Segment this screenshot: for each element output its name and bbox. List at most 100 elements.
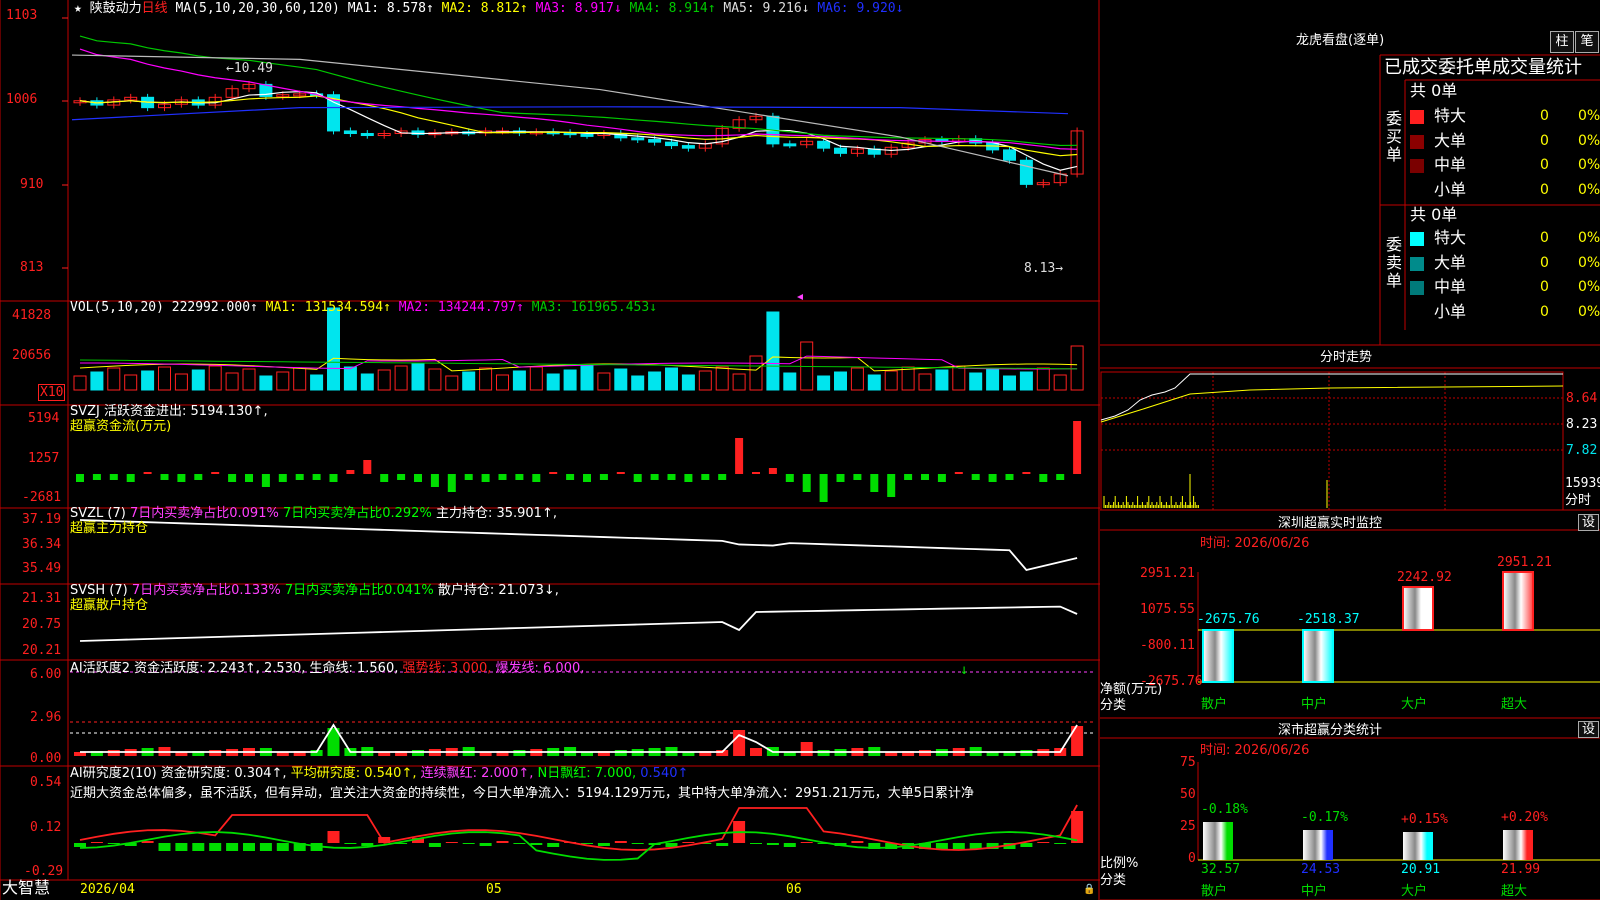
candle-body: [648, 139, 662, 143]
candle-body: [1003, 149, 1016, 161]
sell-row-name: 小单: [1434, 301, 1467, 321]
ma4-line: [79, 35, 1078, 147]
ytick-main-1: 1103: [6, 8, 38, 23]
air-header: AI研究度2(10) 资金研究度: 0.304↑, 平均研究度: 0.540↑,…: [70, 766, 688, 781]
air-extra: 0.540↑: [640, 766, 689, 781]
ytick-air-1: 0.54: [30, 775, 62, 790]
monitor-ytick-2: 1075.55: [1140, 602, 1195, 617]
air-bar: [597, 843, 610, 846]
volume-bar: [445, 375, 459, 391]
svzj-bar: [515, 474, 524, 480]
air-bar: [716, 843, 729, 846]
air-bar: [462, 843, 475, 844]
air-bar: [800, 842, 813, 843]
volume-bar: [1036, 367, 1050, 391]
air-bar: [1054, 843, 1067, 844]
monitor-bar: [1502, 571, 1534, 631]
volume-bar: [698, 370, 712, 391]
lock-icon[interactable]: 🔒: [1083, 882, 1095, 897]
sell-row-value: 0: [1540, 230, 1549, 246]
svzj-bar: [228, 474, 237, 482]
svzj-bar: [109, 474, 118, 480]
volume-bar: [715, 366, 729, 391]
svzj-bar: [937, 474, 946, 482]
date-tick-3: 06: [786, 882, 802, 897]
volume-bar: [732, 373, 746, 391]
volume-bar: [597, 372, 611, 391]
air-description: 近期大资金总体偏多，虽不活跃，但有异动，宜关注大资金的持续性，今日大单净流入：5…: [70, 786, 975, 801]
buy-color-swatch: [1410, 110, 1424, 124]
ai2-label: AI活跃度2 资金活跃度: 2.243↑, 2.530, 生命线: 1.560,: [70, 661, 399, 676]
air-bar: [74, 843, 86, 847]
air-bar: [614, 841, 627, 843]
ai2-bar: [614, 750, 627, 756]
intraday-price-line: [1100, 373, 1563, 421]
classify-settings-button[interactable]: 设: [1578, 721, 1600, 738]
volume-bar: [360, 373, 374, 391]
ytick-svzl-1: 37.19: [22, 512, 62, 527]
svzl-net2: 7日内买卖净占比0.292%: [282, 506, 432, 521]
svzj-bar: [616, 472, 625, 474]
sell-row-name: 中单: [1434, 277, 1467, 296]
svzj-bar: [447, 474, 456, 492]
down-arrow-icon: ↓: [960, 662, 968, 678]
lhb-title: 龙虎看盘(逐单): [1296, 33, 1385, 48]
air-bar: [175, 843, 188, 851]
candle-body: [834, 147, 847, 154]
classify-ytick-4: 0: [1188, 851, 1196, 866]
svzj-bar: [853, 474, 862, 480]
svzj-bar: [667, 474, 676, 480]
buy-total: 共 0单: [1410, 81, 1458, 100]
svzj-bar: [245, 474, 253, 482]
buy-row-name: 小单: [1434, 179, 1467, 199]
svzj-bar: [211, 472, 220, 474]
volume-bar: [73, 375, 87, 391]
candles-group: [73, 80, 1084, 188]
scroll-marker-icon: [797, 294, 803, 300]
volume-bar: [665, 367, 678, 391]
volume-bar: [783, 372, 797, 391]
air-bars: [74, 811, 1084, 851]
air-bar: [344, 843, 357, 844]
bar-mode-button[interactable]: 柱: [1550, 31, 1574, 53]
kline-chart-area[interactable]: ↓: [0, 0, 1600, 900]
ytick-main-3: 910: [20, 177, 44, 192]
classify-bar: [1403, 832, 1433, 860]
svzj-bar: [768, 468, 777, 474]
air-bar: [327, 831, 340, 843]
monitor-settings-button[interactable]: 设: [1578, 514, 1600, 531]
svzj-bar: [414, 474, 422, 482]
classify-percent: -0.18%: [1201, 802, 1248, 817]
buy-row-value: 0: [1540, 157, 1549, 173]
classify-value: 20.91: [1401, 862, 1441, 877]
air-bar: [530, 843, 543, 845]
svzj-bar: [870, 474, 879, 492]
svzl-net1: 7日内买卖净占比0.091%: [129, 506, 279, 521]
volume-bar: [817, 375, 831, 391]
candle-body: [681, 145, 695, 149]
app-logo[interactable]: 大智慧: [2, 880, 50, 896]
air-bar: [513, 843, 526, 844]
air-bar: [276, 843, 289, 851]
air-bar: [428, 843, 441, 847]
sell-row-value: 0: [1540, 254, 1549, 271]
classify-value: 21.99: [1501, 862, 1541, 877]
stock-name[interactable]: 陕鼓动力: [90, 1, 142, 16]
air-bar: [107, 843, 120, 844]
sell-row-percent: 0%: [1578, 303, 1600, 320]
vol-header: VOL(5,10,20) 222992.000↑ MA1: 131534.594…: [70, 300, 657, 315]
air-bar: [158, 843, 171, 851]
volume-bar: [327, 307, 340, 391]
classify-category-0: 散户: [1201, 884, 1228, 899]
period-label[interactable]: 日线: [142, 1, 168, 16]
tick-mode-button[interactable]: 笔: [1575, 31, 1599, 53]
svzj-bar: [278, 474, 287, 482]
volume-bar: [158, 366, 171, 391]
svzj-bar: [718, 474, 727, 480]
volume-bar: [310, 374, 324, 391]
svzl-holding: 主力持仓: 35.901↑,: [435, 506, 557, 521]
air-bar: [851, 841, 864, 843]
svzj-bar: [194, 474, 203, 480]
svzj-bar: [701, 474, 710, 480]
air-bar: [750, 843, 762, 844]
